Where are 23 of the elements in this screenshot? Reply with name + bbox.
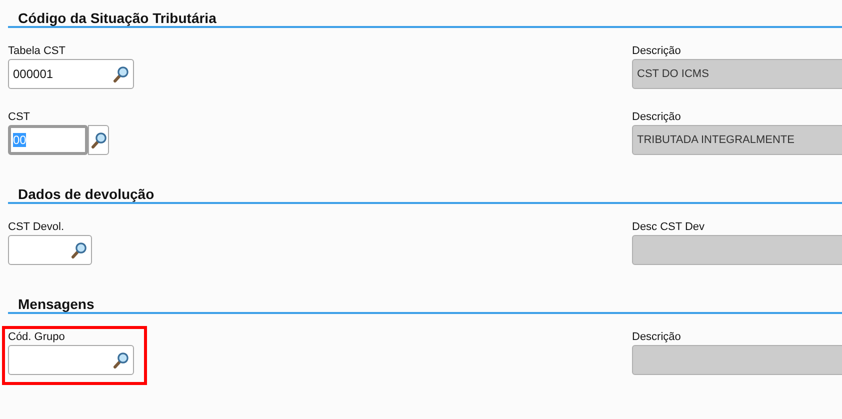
field-label: Descrição xyxy=(632,111,682,123)
field-value: TRIBUTADA INTEGRALMENTE xyxy=(637,134,794,146)
field-value: CST DO ICMS xyxy=(637,68,709,80)
field-value: 00 xyxy=(13,133,26,147)
lookup-field[interactable]: 000001 xyxy=(8,59,134,89)
search-icon[interactable] xyxy=(71,242,87,258)
field-label: Desc CST Dev xyxy=(632,221,706,233)
search-button[interactable] xyxy=(88,125,109,155)
search-icon xyxy=(90,132,106,148)
field-value: 000001 xyxy=(13,67,54,81)
field-label: Descrição xyxy=(632,45,682,57)
search-icon[interactable] xyxy=(113,352,129,368)
field-label: Descrição xyxy=(632,331,682,343)
search-icon[interactable] xyxy=(113,66,129,82)
field-label: CST xyxy=(8,111,31,123)
section-heading: Dados de devolução xyxy=(8,186,842,204)
lookup-field[interactable] xyxy=(8,345,134,375)
section-heading: Código da Situação Tributária xyxy=(8,10,842,28)
section-heading: Mensagens xyxy=(8,296,842,314)
field-label: Tabela CST xyxy=(8,45,66,57)
field-label: Cód. Grupo xyxy=(8,331,66,343)
field-label: CST Devol. xyxy=(8,221,66,233)
lookup-field[interactable] xyxy=(8,235,92,265)
